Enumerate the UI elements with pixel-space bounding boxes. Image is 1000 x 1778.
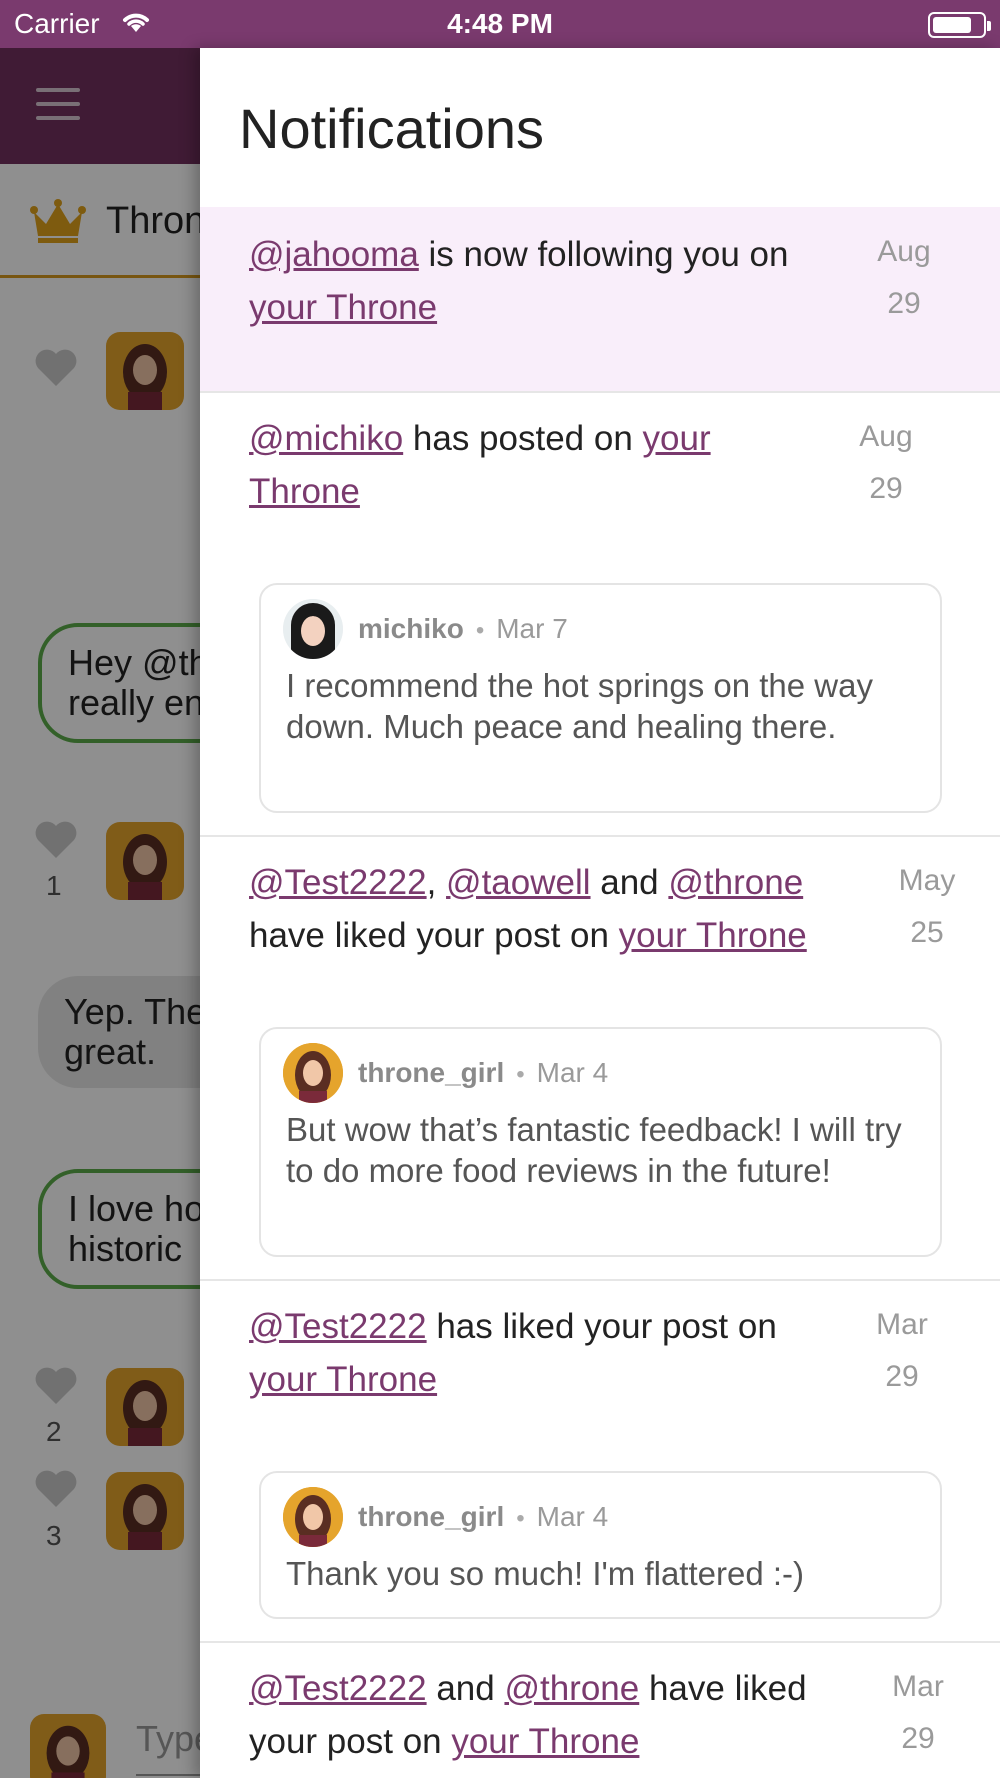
throne-link[interactable]: your Throne bbox=[619, 916, 807, 955]
notification-item[interactable]: @Test2222, @taowell and @throne have lik… bbox=[200, 837, 1000, 1281]
notification-message: is now following you on bbox=[418, 235, 789, 274]
quoted-post[interactable]: throne_girl • Mar 4 Thank you so much! I'm… bbox=[259, 1471, 942, 1619]
notification-date: Mar 29 bbox=[867, 1299, 937, 1403]
date-day: 29 bbox=[869, 472, 903, 505]
user-mention-link[interactable]: @michiko bbox=[249, 419, 403, 458]
quoted-date: Mar 4 bbox=[536, 1501, 609, 1532]
notification-date: Mar 29 bbox=[883, 1661, 953, 1765]
separator-dot: • bbox=[475, 617, 485, 644]
user-mention-link[interactable]: @Test2222 bbox=[249, 1307, 427, 1346]
notification-text: @Test2222, @taowell and @throne have lik… bbox=[249, 856, 839, 962]
notification-text: @michiko has posted on your Throne bbox=[249, 412, 749, 518]
notification-text: @Test2222 has liked your post on your Th… bbox=[249, 1300, 819, 1406]
date-month: Mar bbox=[892, 1670, 944, 1703]
notification-item[interactable]: @michiko has posted on your Throne Aug 2… bbox=[200, 393, 1000, 837]
notifications-drawer: Notifications @jahooma is now following … bbox=[200, 48, 1000, 1778]
notification-message: has liked your post on bbox=[426, 1307, 777, 1346]
date-month: Aug bbox=[859, 420, 913, 453]
user-mention-link[interactable]: @throne bbox=[504, 1669, 639, 1708]
clock: 4:48 PM bbox=[447, 8, 553, 39]
date-day: 29 bbox=[901, 1722, 935, 1755]
notification-separator: and bbox=[590, 863, 669, 902]
user-mention-link[interactable]: @Test2222 bbox=[249, 863, 427, 902]
notification-separator: , bbox=[426, 863, 447, 902]
status-bar: Carrier 4:48 PM bbox=[0, 0, 1000, 48]
quoted-date: Mar 4 bbox=[536, 1057, 609, 1088]
notification-text: @jahooma is now following you on your Th… bbox=[249, 228, 839, 334]
user-mention-link[interactable]: @throne bbox=[668, 863, 803, 902]
quoted-username: throne_girl bbox=[358, 1501, 505, 1532]
notification-item[interactable]: @jahooma is now following you on your Th… bbox=[200, 207, 1000, 393]
user-mention-link[interactable]: @Test2222 bbox=[249, 1669, 427, 1708]
user-mention-link[interactable]: @jahooma bbox=[249, 235, 419, 274]
battery-icon bbox=[928, 12, 991, 38]
notification-item[interactable]: @Test2222 and @throne have liked your po… bbox=[200, 1643, 1000, 1778]
quoted-username: throne_girl bbox=[358, 1057, 505, 1088]
avatar bbox=[283, 1487, 343, 1547]
quoted-post[interactable]: throne_girl • Mar 4 But wow that’s fantast… bbox=[259, 1027, 942, 1257]
throne-link[interactable]: your Throne bbox=[451, 1722, 639, 1761]
date-day: 29 bbox=[887, 287, 921, 320]
date-month: Aug bbox=[877, 235, 931, 268]
drawer-overlay[interactable] bbox=[0, 48, 200, 1778]
notification-date: Aug 29 bbox=[851, 411, 921, 515]
date-month: Mar bbox=[876, 1308, 928, 1341]
quoted-post-body: Thank you so much! I'm flattered :-) bbox=[286, 1555, 804, 1592]
notification-date: Aug 29 bbox=[869, 226, 939, 330]
drawer-title: Notifications bbox=[239, 97, 545, 160]
notification-item[interactable]: @Test2222 has liked your post on your Th… bbox=[200, 1281, 1000, 1643]
quoted-post-body: I recommend the hot springs on the way d… bbox=[286, 667, 873, 745]
quoted-date: Mar 7 bbox=[496, 613, 568, 644]
quoted-username: michiko bbox=[358, 613, 464, 644]
avatar bbox=[283, 1043, 343, 1103]
notification-message: have liked your post on bbox=[249, 916, 619, 955]
quoted-post-meta: throne_girl • Mar 4 bbox=[358, 1501, 608, 1533]
throne-link[interactable]: your Throne bbox=[249, 1360, 437, 1399]
separator-dot: • bbox=[516, 1061, 525, 1088]
notification-message: has posted on bbox=[403, 419, 643, 458]
date-month: May bbox=[898, 864, 956, 897]
date-day: 29 bbox=[885, 1360, 919, 1393]
quoted-post-meta: michiko • Mar 7 bbox=[358, 613, 568, 645]
quoted-post-meta: throne_girl • Mar 4 bbox=[358, 1057, 608, 1089]
separator-dot: • bbox=[516, 1505, 525, 1532]
date-day: 25 bbox=[910, 916, 944, 949]
quoted-post-body: But wow that’s fantastic feedback! I wil… bbox=[286, 1111, 902, 1189]
user-mention-link[interactable]: @taowell bbox=[446, 863, 590, 902]
notification-date: May 25 bbox=[892, 855, 962, 959]
quoted-post[interactable]: michiko • Mar 7 I recommend the hot spring… bbox=[259, 583, 942, 813]
notification-separator: and bbox=[426, 1669, 505, 1708]
throne-link[interactable]: your Throne bbox=[249, 288, 437, 327]
avatar bbox=[283, 599, 343, 659]
notification-text: @Test2222 and @throne have liked your po… bbox=[249, 1662, 839, 1768]
